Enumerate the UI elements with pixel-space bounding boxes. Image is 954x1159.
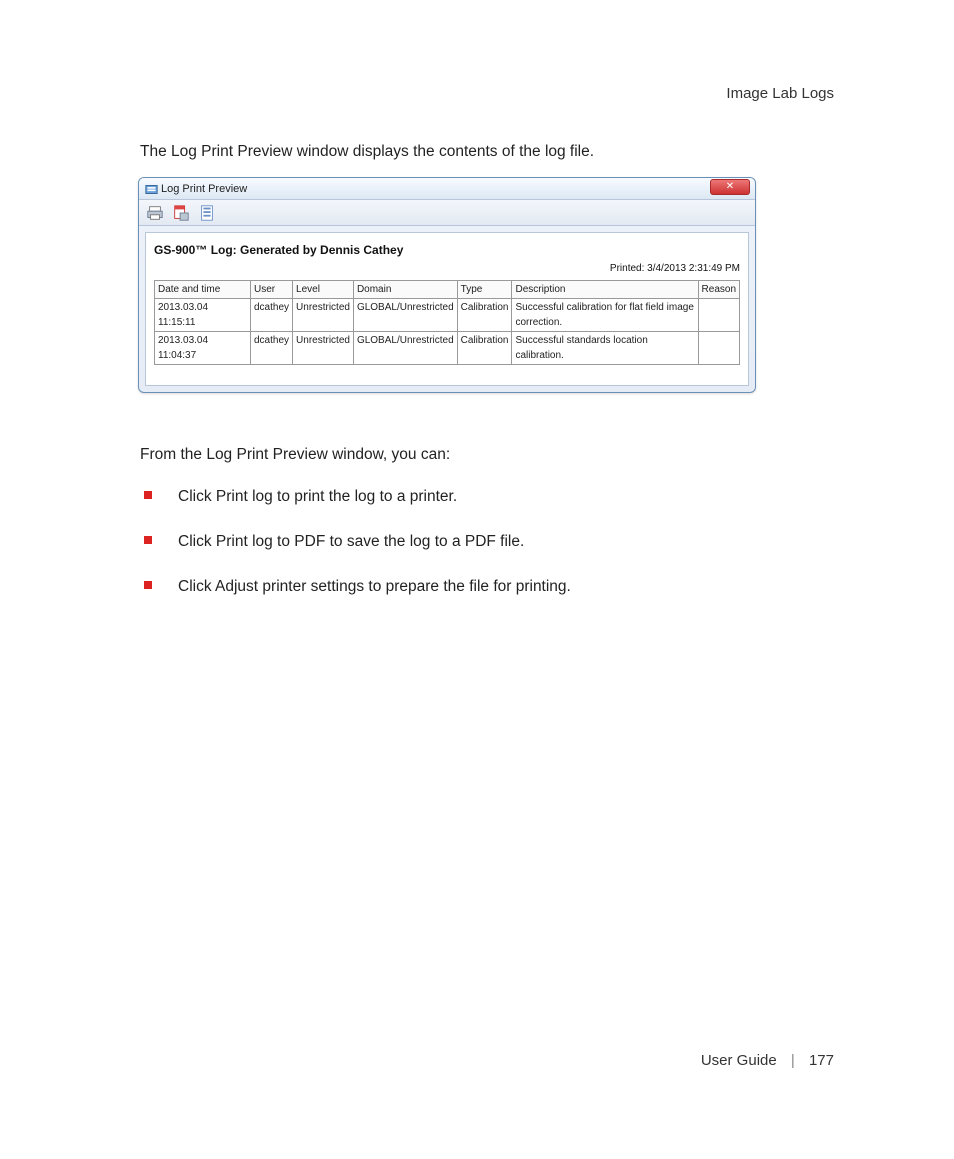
bullet-list: Click Print log to print the log to a pr… bbox=[140, 485, 834, 621]
adjust-printer-settings-button[interactable] bbox=[197, 203, 217, 223]
intro-paragraph: The Log Print Preview window displays th… bbox=[140, 140, 834, 163]
cell-level: Unrestricted bbox=[293, 332, 354, 365]
footer-separator: | bbox=[791, 1052, 795, 1069]
cell-level: Unrestricted bbox=[293, 299, 354, 332]
list-item: Click Print log to PDF to save the log t… bbox=[140, 530, 834, 575]
app-icon bbox=[145, 182, 158, 195]
print-log-button[interactable] bbox=[145, 203, 165, 223]
window-toolbar bbox=[139, 200, 755, 226]
cell-description: Successful standards location calibratio… bbox=[512, 332, 698, 365]
table-header-row: Date and time User Level Domain Type Des… bbox=[155, 281, 740, 299]
cell-datetime: 2013.03.04 11:15:11 bbox=[155, 299, 251, 332]
cell-domain: GLOBAL/Unrestricted bbox=[353, 332, 457, 365]
table-row: 2013.03.04 11:04:37 dcathey Unrestricted… bbox=[155, 332, 740, 365]
cell-type: Calibration bbox=[457, 299, 512, 332]
cell-user: dcathey bbox=[251, 299, 293, 332]
col-reason: Reason bbox=[698, 281, 739, 299]
log-table: Date and time User Level Domain Type Des… bbox=[154, 280, 740, 365]
cell-description: Successful calibration for flat field im… bbox=[512, 299, 698, 332]
col-user: User bbox=[251, 281, 293, 299]
window-title: Log Print Preview bbox=[161, 183, 247, 195]
print-to-pdf-button[interactable] bbox=[171, 203, 191, 223]
col-datetime: Date and time bbox=[155, 281, 251, 299]
cell-reason bbox=[698, 332, 739, 365]
below-intro-paragraph: From the Log Print Preview window, you c… bbox=[140, 443, 834, 466]
cell-datetime: 2013.03.04 11:04:37 bbox=[155, 332, 251, 365]
footer-label: User Guide bbox=[701, 1052, 777, 1069]
list-item: Click Print log to print the log to a pr… bbox=[140, 485, 834, 530]
page-footer: User Guide | 177 bbox=[701, 1052, 834, 1069]
col-type: Type bbox=[457, 281, 512, 299]
report-title: GS-900™ Log: Generated by Dennis Cathey bbox=[154, 241, 740, 259]
window-titlebar: Log Print Preview ✕ bbox=[139, 178, 755, 200]
cell-user: dcathey bbox=[251, 332, 293, 365]
table-row: 2013.03.04 11:15:11 dcathey Unrestricted… bbox=[155, 299, 740, 332]
col-domain: Domain bbox=[353, 281, 457, 299]
cell-type: Calibration bbox=[457, 332, 512, 365]
section-header: Image Lab Logs bbox=[726, 85, 834, 102]
col-level: Level bbox=[293, 281, 354, 299]
window-content: GS-900™ Log: Generated by Dennis Cathey … bbox=[145, 232, 749, 386]
cell-domain: GLOBAL/Unrestricted bbox=[353, 299, 457, 332]
cell-reason bbox=[698, 299, 739, 332]
page-number: 177 bbox=[809, 1052, 834, 1069]
printed-timestamp: Printed: 3/4/2013 2:31:49 PM bbox=[154, 261, 740, 276]
col-description: Description bbox=[512, 281, 698, 299]
close-button[interactable]: ✕ bbox=[710, 179, 750, 195]
log-print-preview-window: Log Print Preview ✕ GS-900™ Log: Generat… bbox=[138, 177, 756, 393]
list-item: Click Adjust printer settings to prepare… bbox=[140, 575, 834, 620]
